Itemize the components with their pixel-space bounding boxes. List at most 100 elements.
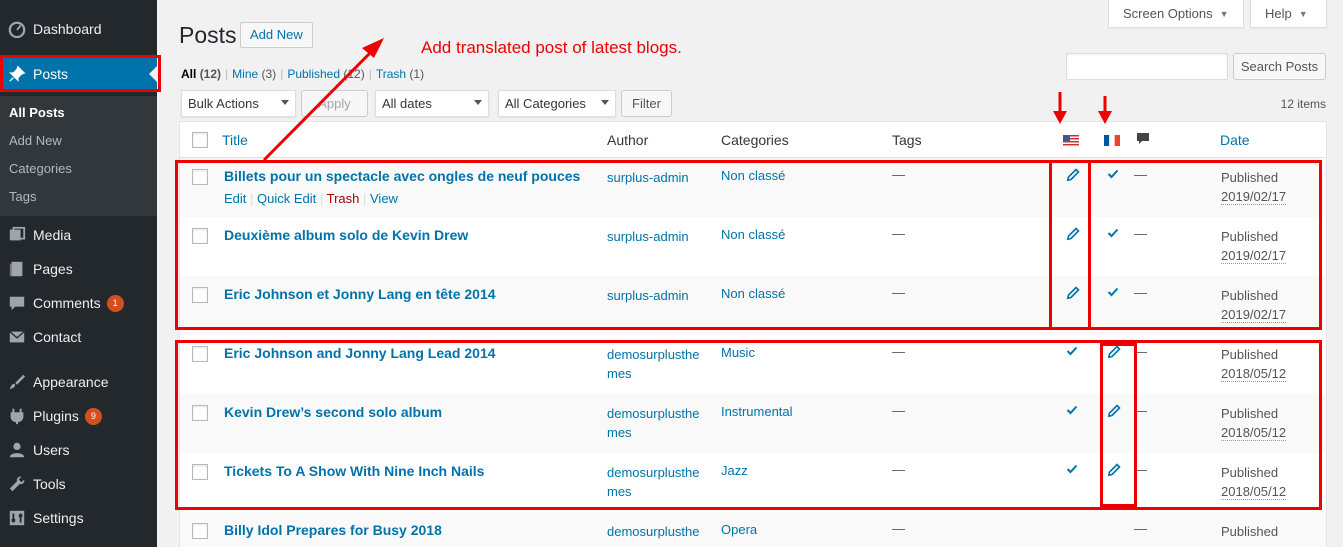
menu-pages[interactable]: Pages bbox=[0, 252, 157, 286]
edit-link[interactable]: Edit bbox=[224, 191, 246, 206]
row-checkbox[interactable] bbox=[192, 464, 208, 480]
check-icon[interactable] bbox=[1066, 345, 1078, 360]
row-checkbox[interactable] bbox=[192, 346, 208, 362]
menu-plugins[interactable]: Plugins 9 bbox=[0, 399, 157, 433]
submenu-all-posts[interactable]: All Posts bbox=[9, 105, 65, 120]
menu-media[interactable]: Media bbox=[0, 218, 157, 252]
search-posts-button[interactable]: Search Posts bbox=[1233, 53, 1326, 80]
pencil-icon[interactable] bbox=[1066, 286, 1080, 303]
menu-settings[interactable]: Settings bbox=[0, 501, 157, 535]
post-author-link[interactable]: surplus-admin bbox=[607, 227, 707, 246]
status-filter-links: All (12) | Mine (3) | Published (12) | Trash (… bbox=[181, 67, 425, 81]
post-category-link[interactable]: Non classé bbox=[721, 168, 785, 183]
menu-dashboard[interactable]: Dashboard bbox=[0, 12, 157, 46]
pencil-icon[interactable] bbox=[1107, 404, 1121, 421]
row-checkbox[interactable] bbox=[192, 169, 208, 185]
post-author-link[interactable]: demosurplusthe bbox=[607, 522, 707, 541]
select-all-checkbox[interactable] bbox=[192, 132, 208, 148]
fr-flag-icon[interactable] bbox=[1104, 133, 1120, 149]
check-icon[interactable] bbox=[1107, 168, 1119, 183]
post-title-link[interactable]: Deuxième album solo de Kevin Drew bbox=[224, 227, 468, 243]
filter-mine[interactable]: Mine (3) bbox=[232, 67, 276, 81]
menu-label: Pages bbox=[33, 261, 73, 277]
menu-appearance[interactable]: Appearance bbox=[0, 365, 157, 399]
post-category-link[interactable]: Opera bbox=[721, 522, 757, 537]
post-title-link[interactable]: Billets pour un spectacle avec ongles de… bbox=[224, 168, 580, 184]
column-title[interactable]: Title bbox=[222, 132, 248, 148]
row-checkbox[interactable] bbox=[192, 405, 208, 421]
column-date[interactable]: Date bbox=[1220, 132, 1250, 148]
post-title-link[interactable]: Eric Johnson et Jonny Lang en tête 2014 bbox=[224, 286, 496, 302]
post-author-link[interactable]: demosurplusthemes bbox=[607, 404, 707, 442]
check-icon[interactable] bbox=[1066, 463, 1078, 478]
pencil-icon[interactable] bbox=[1107, 463, 1121, 480]
pencil-icon[interactable] bbox=[1107, 345, 1121, 362]
post-category-link[interactable]: Non classé bbox=[721, 227, 785, 242]
annotation-arrow-to-en-flag bbox=[1053, 92, 1067, 124]
table-header: Title Author Categories Tags Date bbox=[180, 122, 1326, 158]
post-author-link[interactable]: demosurplusthemes bbox=[607, 345, 707, 383]
date-filter-select[interactable]: All dates bbox=[375, 90, 489, 117]
post-comments: — bbox=[1134, 403, 1147, 418]
apply-button[interactable]: Apply bbox=[301, 90, 368, 117]
column-author: Author bbox=[607, 132, 649, 148]
post-title-link[interactable]: Eric Johnson and Jonny Lang Lead 2014 bbox=[224, 345, 496, 361]
post-author-link[interactable]: surplus-admin bbox=[607, 168, 707, 187]
menu-tools[interactable]: Tools bbox=[0, 467, 157, 501]
row-checkbox[interactable] bbox=[192, 523, 208, 539]
post-date: Published 2018/05/12 bbox=[1221, 406, 1287, 441]
help-label: Help bbox=[1265, 6, 1292, 21]
post-title-link[interactable]: Billy Idol Prepares for Busy 2018 bbox=[224, 522, 442, 538]
filter-button[interactable]: Filter bbox=[621, 90, 672, 117]
menu-users[interactable]: Users bbox=[0, 433, 157, 467]
comment-bubble-icon[interactable] bbox=[1136, 132, 1150, 149]
post-title-link[interactable]: Kevin Drew’s second solo album bbox=[224, 404, 442, 420]
view-link[interactable]: View bbox=[370, 191, 398, 206]
post-category-link[interactable]: Music bbox=[721, 345, 755, 360]
menu-comments[interactable]: Comments 1 bbox=[0, 286, 157, 320]
check-icon[interactable] bbox=[1107, 227, 1119, 242]
screen-options-button[interactable]: Screen Options ▼ bbox=[1108, 0, 1244, 28]
post-title-link[interactable]: Tickets To A Show With Nine Inch Nails bbox=[224, 463, 484, 479]
submenu-add-new[interactable]: Add New bbox=[9, 133, 62, 148]
items-count: 12 items bbox=[1280, 97, 1326, 111]
check-icon[interactable] bbox=[1107, 286, 1119, 301]
caret-down-icon: ▼ bbox=[1298, 8, 1308, 19]
row-checkbox[interactable] bbox=[192, 228, 208, 244]
us-flag-icon[interactable] bbox=[1063, 133, 1079, 149]
help-button[interactable]: Help ▼ bbox=[1250, 0, 1327, 28]
search-posts-input[interactable] bbox=[1066, 53, 1228, 80]
add-new-button[interactable]: Add New bbox=[240, 22, 313, 48]
bulk-actions-select[interactable]: Bulk Actions bbox=[181, 90, 296, 117]
menu-contact[interactable]: Contact bbox=[0, 320, 157, 354]
wrench-icon bbox=[7, 475, 27, 493]
pencil-icon[interactable] bbox=[1066, 227, 1080, 244]
trash-link[interactable]: Trash bbox=[327, 191, 360, 206]
post-category-link[interactable]: Jazz bbox=[721, 463, 748, 478]
submenu-tags[interactable]: Tags bbox=[9, 189, 36, 204]
post-category-link[interactable]: Instrumental bbox=[721, 404, 793, 419]
table-row: Eric Johnson et Jonny Lang en tête 2014 … bbox=[180, 276, 1326, 335]
post-author-link[interactable]: demosurplusthemes bbox=[607, 463, 707, 501]
submenu-categories[interactable]: Categories bbox=[9, 161, 72, 176]
post-author-link[interactable]: surplus-admin bbox=[607, 286, 707, 305]
filter-trash[interactable]: Trash (1) bbox=[376, 67, 424, 81]
dropdown-arrow-icon bbox=[474, 100, 482, 105]
posts-table: Title Author Categories Tags Date Billet… bbox=[179, 121, 1327, 547]
users-icon bbox=[7, 441, 27, 459]
pencil-icon[interactable] bbox=[1066, 168, 1080, 185]
row-checkbox[interactable] bbox=[192, 287, 208, 303]
table-row: Kevin Drew’s second solo album demosurpl… bbox=[180, 394, 1326, 453]
post-category-link[interactable]: Non classé bbox=[721, 286, 785, 301]
quick-edit-link[interactable]: Quick Edit bbox=[257, 191, 316, 206]
menu-posts[interactable]: Posts bbox=[0, 57, 157, 91]
post-comments: — bbox=[1134, 344, 1147, 359]
plugins-update-badge: 9 bbox=[84, 407, 102, 425]
post-tags: — bbox=[892, 521, 905, 536]
filter-published[interactable]: Published (12) bbox=[287, 67, 364, 81]
post-comments: — bbox=[1134, 521, 1147, 536]
filter-all[interactable]: All (12) bbox=[181, 67, 221, 81]
category-filter-select[interactable]: All Categories bbox=[498, 90, 616, 117]
menu-label: Media bbox=[33, 227, 72, 243]
check-icon[interactable] bbox=[1066, 404, 1078, 419]
